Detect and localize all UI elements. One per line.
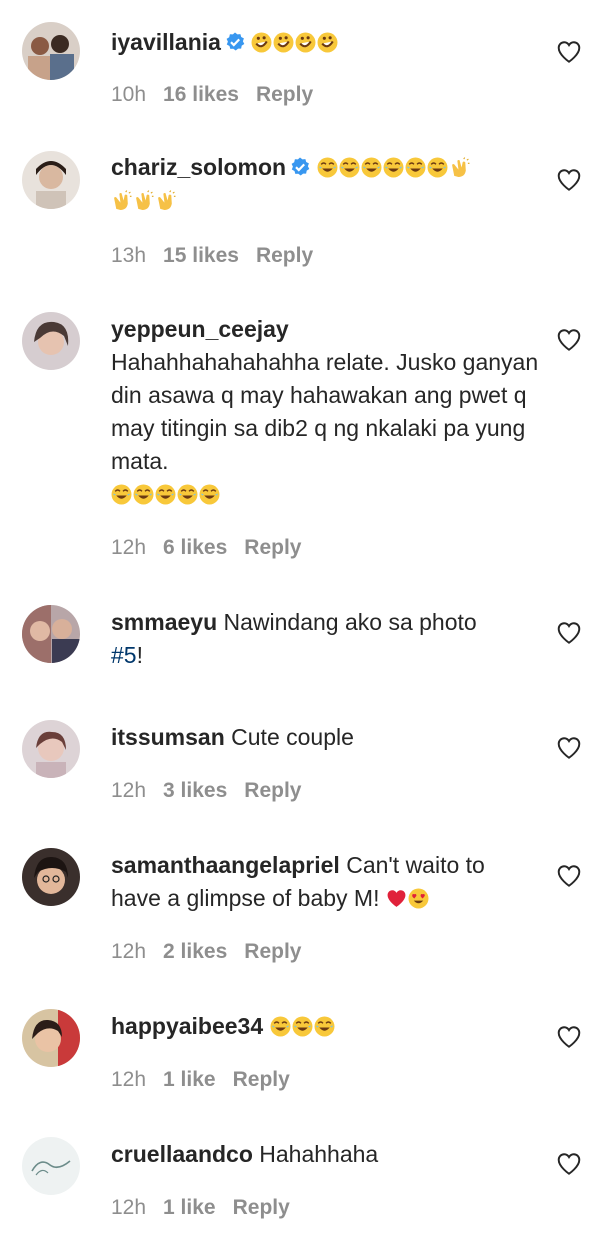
rofl-emoji (273, 32, 294, 53)
joy-emoji (427, 157, 447, 178)
comment-body: samanthaangelapriel Can't waito to have … (111, 849, 541, 915)
likes-count[interactable]: 15 likes (163, 244, 239, 267)
avatar[interactable] (22, 151, 80, 209)
like-heart-icon[interactable] (556, 39, 582, 65)
heart-emoji (387, 890, 406, 907)
comment-body: itssumsan Cute couple (111, 721, 541, 754)
like-heart-icon[interactable] (556, 620, 582, 646)
joy-emoji (177, 484, 198, 505)
joy-emoji (270, 1016, 291, 1037)
joy-emoji (111, 484, 132, 505)
like-heart-icon[interactable] (556, 1024, 582, 1050)
emoji-row (270, 1013, 336, 1039)
avatar[interactable] (22, 22, 80, 80)
comment-body: iyavillania (111, 26, 541, 59)
joy-emoji (314, 1016, 335, 1037)
comment-meta: 12h 3 likes Reply (111, 779, 318, 803)
clap-emoji (451, 157, 469, 177)
comment-time: 12h (111, 940, 147, 963)
username[interactable]: chariz_solomon (111, 154, 286, 180)
joy-emoji (317, 157, 337, 178)
reply-button[interactable]: Reply (256, 244, 313, 267)
rofl-emoji (295, 32, 316, 53)
comment-time: 12h (111, 536, 147, 559)
avatar[interactable] (22, 1009, 80, 1067)
like-heart-icon[interactable] (556, 167, 582, 193)
emoji-row (251, 29, 339, 55)
joy-emoji (383, 157, 403, 178)
comment-meta: 12h 1 like Reply (111, 1196, 307, 1220)
comment-body: happyaibee34 (111, 1010, 541, 1043)
comment-body: smmaeyu Nawindang ako sa photo #5! (111, 606, 541, 672)
reply-button[interactable]: Reply (244, 779, 301, 802)
comment-time: 12h (111, 1196, 147, 1219)
comment-meta: 12h 1 like Reply (111, 1068, 307, 1092)
comment-text: Hahahhahahahahha relate. Jusko ganyan di… (111, 349, 539, 474)
reply-button[interactable]: Reply (233, 1196, 290, 1219)
like-heart-icon[interactable] (556, 735, 582, 761)
comment-time: 12h (111, 779, 147, 802)
reply-button[interactable]: Reply (256, 83, 313, 106)
clap-emoji (136, 190, 154, 210)
likes-count[interactable]: 2 likes (163, 940, 227, 963)
joy-emoji (405, 157, 425, 178)
joy-emoji (199, 484, 220, 505)
comment-meta: 10h 16 likes Reply (111, 83, 330, 107)
comment-text: Nawindang ako sa photo (223, 609, 477, 635)
joy-emoji (155, 484, 176, 505)
comment-body: yeppeun_ceejay Hahahhahahahahha relate. … (111, 313, 541, 511)
likes-count[interactable]: 1 like (163, 1196, 216, 1219)
avatar[interactable] (22, 720, 80, 778)
emoji-row (111, 481, 221, 507)
comment-time: 12h (111, 1068, 147, 1091)
comment-text: Hahahhaha (259, 1141, 379, 1167)
comment-meta: 12h 2 likes Reply (111, 940, 318, 964)
username[interactable]: yeppeun_ceejay (111, 316, 289, 342)
reply-button[interactable]: Reply (233, 1068, 290, 1091)
likes-count[interactable]: 6 likes (163, 536, 227, 559)
reply-button[interactable]: Reply (244, 940, 301, 963)
reply-button[interactable]: Reply (244, 536, 301, 559)
username[interactable]: smmaeyu (111, 609, 217, 635)
comment-text: Cute couple (231, 724, 354, 750)
verified-badge-icon (226, 32, 245, 51)
rofl-emoji (251, 32, 272, 53)
username[interactable]: happyaibee34 (111, 1013, 263, 1039)
heart-eyes-emoji (408, 888, 429, 909)
comment-body: cruellaandco Hahahhaha (111, 1138, 541, 1171)
avatar[interactable] (22, 1137, 80, 1195)
comment-meta: 13h 15 likes Reply (111, 244, 330, 268)
comment-time: 10h (111, 83, 147, 106)
comment-time: 13h (111, 244, 147, 267)
avatar[interactable] (22, 848, 80, 906)
comment-text-end: ! (136, 642, 143, 668)
joy-emoji (339, 157, 359, 178)
avatar[interactable] (22, 605, 80, 663)
joy-emoji (361, 157, 381, 178)
clap-emoji (158, 190, 176, 210)
username[interactable]: samanthaangelapriel (111, 852, 340, 878)
comment-meta: 12h 6 likes Reply (111, 536, 318, 560)
like-heart-icon[interactable] (556, 1151, 582, 1177)
rofl-emoji (317, 32, 338, 53)
like-heart-icon[interactable] (556, 327, 582, 353)
avatar[interactable] (22, 312, 80, 370)
username[interactable]: cruellaandco (111, 1141, 253, 1167)
verified-badge-icon (291, 157, 310, 176)
likes-count[interactable]: 3 likes (163, 779, 227, 802)
comment-body: chariz_solomon (111, 151, 541, 217)
emoji-row (386, 885, 430, 911)
hashtag-link[interactable]: #5 (111, 642, 137, 668)
joy-emoji (133, 484, 154, 505)
username[interactable]: itssumsan (111, 724, 225, 750)
like-heart-icon[interactable] (556, 863, 582, 889)
likes-count[interactable]: 1 like (163, 1068, 216, 1091)
clap-emoji (114, 190, 132, 210)
username[interactable]: iyavillania (111, 29, 221, 55)
likes-count[interactable]: 16 likes (163, 83, 239, 106)
joy-emoji (292, 1016, 313, 1037)
